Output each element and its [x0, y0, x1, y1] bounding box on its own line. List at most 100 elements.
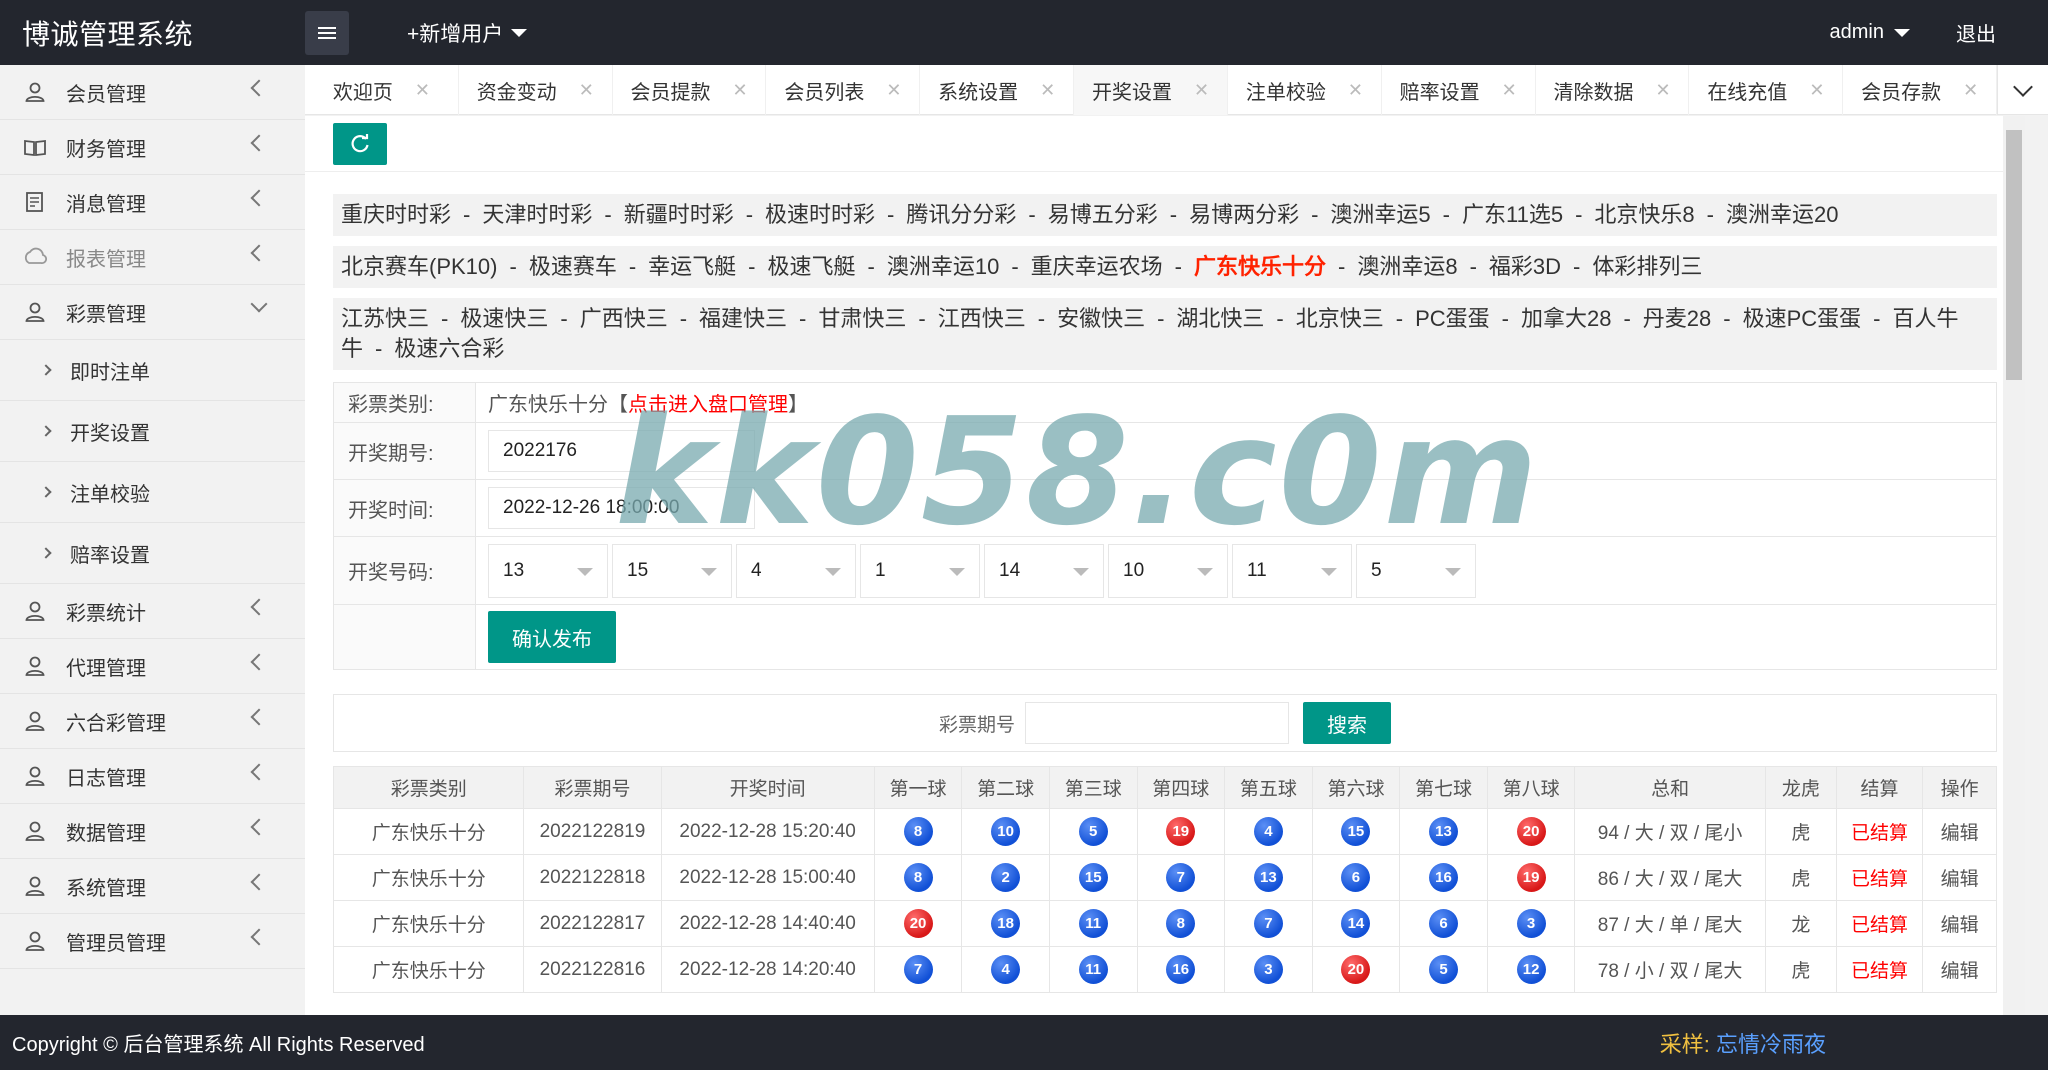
close-icon[interactable]: ✕ — [1502, 80, 1517, 101]
close-icon[interactable]: ✕ — [1194, 80, 1209, 101]
lottery-link[interactable]: 重庆幸运农场 — [1031, 254, 1163, 279]
sidebar-item[interactable]: 财务管理 — [0, 120, 305, 175]
period-search-input[interactable] — [1025, 702, 1289, 744]
tab[interactable]: 资金变动 ✕ — [459, 65, 613, 115]
close-icon[interactable]: ✕ — [1655, 80, 1670, 101]
close-icon[interactable]: ✕ — [1348, 80, 1363, 101]
lottery-link[interactable]: 澳洲幸运10 — [887, 254, 999, 279]
lottery-link[interactable]: 体彩排列三 — [1592, 254, 1702, 279]
lottery-link[interactable]: 福彩3D — [1489, 254, 1561, 279]
lottery-link[interactable]: 极速快三 — [460, 306, 548, 331]
logout-link[interactable]: 退出 — [1956, 18, 1996, 47]
lottery-link[interactable]: 重庆时时彩 — [341, 202, 451, 227]
lottery-link[interactable]: 广西快三 — [580, 306, 668, 331]
sidebar-item[interactable]: 日志管理 — [0, 749, 305, 804]
user-menu[interactable]: admin — [1830, 21, 1910, 44]
add-user-menu[interactable]: +新增用户 — [407, 18, 528, 48]
tab[interactable]: 系统设置 ✕ — [920, 65, 1075, 115]
confirm-publish-button[interactable]: 确认发布 — [488, 611, 616, 663]
lottery-link[interactable]: 江西快三 — [938, 306, 1026, 331]
edit-link[interactable]: 编辑 — [1922, 946, 1997, 993]
sidebar-item[interactable]: 数据管理 — [0, 804, 305, 859]
lottery-link[interactable]: 广东11选5 — [1462, 202, 1563, 227]
sidebar-item[interactable]: 六合彩管理 — [0, 694, 305, 749]
tab-overflow-button[interactable] — [1997, 65, 2048, 114]
lottery-link[interactable]: 澳洲幸运8 — [1357, 254, 1457, 279]
lottery-link[interactable]: 极速赛车 — [529, 254, 617, 279]
close-icon[interactable]: ✕ — [733, 80, 748, 101]
number-select[interactable]: 5 — [1356, 543, 1476, 598]
market-manage-link[interactable]: 点击进入盘口管理 — [628, 388, 788, 417]
period-input[interactable]: 2022176 — [488, 430, 755, 472]
tab[interactable]: 注单校验 ✕ — [1228, 65, 1382, 115]
draw-time-input[interactable]: 2022-12-26 18:00:00 — [488, 487, 755, 529]
lottery-link[interactable]: 易博五分彩 — [1048, 202, 1158, 227]
number-select[interactable]: 4 — [736, 543, 856, 598]
lottery-link[interactable]: 腾讯分分彩 — [906, 202, 1016, 227]
lottery-link[interactable]: 甘肃快三 — [818, 306, 906, 331]
number-select[interactable]: 13 — [488, 543, 608, 598]
lottery-link[interactable]: 极速PC蛋蛋 — [1743, 306, 1862, 331]
sidebar-item[interactable]: 会员管理 — [0, 65, 305, 120]
sidebar-subitem[interactable]: 赔率设置 — [0, 523, 305, 584]
edit-link[interactable]: 编辑 — [1922, 900, 1997, 947]
lottery-link[interactable]: 加拿大28 — [1521, 306, 1611, 331]
lottery-link[interactable]: 极速飞艇 — [768, 254, 856, 279]
sidebar-item[interactable]: 彩票管理 — [0, 285, 305, 340]
tab[interactable]: 在线充值 ✕ — [1689, 65, 1844, 115]
sidebar-item[interactable]: 管理员管理 — [0, 914, 305, 969]
number-select[interactable]: 10 — [1108, 543, 1228, 598]
lottery-link[interactable]: 广东快乐十分 — [1194, 254, 1326, 279]
close-icon[interactable]: ✕ — [415, 80, 430, 101]
number-select[interactable]: 15 — [612, 543, 732, 598]
sidebar-item[interactable]: 代理管理 — [0, 639, 305, 694]
lottery-link[interactable]: 澳洲幸运20 — [1726, 202, 1838, 227]
close-icon[interactable]: ✕ — [579, 80, 594, 101]
tab[interactable]: 清除数据 ✕ — [1536, 65, 1690, 115]
close-icon[interactable]: ✕ — [1809, 80, 1824, 101]
sidebar-subitem[interactable]: 注单校验 — [0, 462, 305, 523]
sidebar-item[interactable]: 消息管理 — [0, 175, 305, 230]
lottery-link[interactable]: 北京快三 — [1296, 306, 1384, 331]
lottery-link[interactable]: 丹麦28 — [1643, 306, 1711, 331]
sidebar-item[interactable]: 系统管理 — [0, 859, 305, 914]
scrollbar-thumb[interactable] — [2006, 130, 2022, 380]
lottery-link[interactable]: 澳洲幸运5 — [1330, 202, 1430, 227]
edit-link[interactable]: 编辑 — [1922, 854, 1997, 901]
lottery-link[interactable]: 幸运飞艇 — [648, 254, 736, 279]
lottery-link[interactable]: 福建快三 — [699, 306, 787, 331]
refresh-button[interactable] — [333, 122, 387, 165]
tab[interactable]: 赔率设置 ✕ — [1382, 65, 1536, 115]
menu-toggle-button[interactable] — [305, 10, 349, 55]
search-button[interactable]: 搜索 — [1303, 702, 1391, 744]
column-header: 结算 — [1835, 766, 1924, 809]
lottery-link[interactable]: 北京快乐8 — [1594, 202, 1694, 227]
lottery-link[interactable]: 江苏快三 — [341, 306, 429, 331]
lottery-link[interactable]: 极速六合彩 — [394, 336, 504, 361]
tab[interactable]: 会员列表 ✕ — [766, 65, 921, 115]
tab[interactable]: 会员提款 ✕ — [613, 65, 767, 115]
number-select[interactable]: 1 — [860, 543, 980, 598]
tab[interactable]: 欢迎页 ✕ — [305, 65, 459, 115]
sidebar-item[interactable]: 彩票统计 — [0, 584, 305, 639]
tab[interactable]: 开奖设置 ✕ — [1074, 65, 1228, 115]
tab[interactable]: 会员存款 ✕ — [1843, 65, 1998, 115]
sidebar-subitem[interactable]: 即时注单 — [0, 340, 305, 401]
lottery-link[interactable]: 安徽快三 — [1057, 306, 1145, 331]
edit-link[interactable]: 编辑 — [1922, 808, 1997, 855]
lottery-link[interactable]: 易博两分彩 — [1189, 202, 1299, 227]
lottery-link[interactable]: PC蛋蛋 — [1415, 306, 1490, 331]
close-icon[interactable]: ✕ — [1040, 80, 1055, 101]
number-select[interactable]: 11 — [1232, 543, 1352, 598]
lottery-link[interactable]: 新疆时时彩 — [624, 202, 734, 227]
close-icon[interactable]: ✕ — [1963, 80, 1978, 101]
number-select[interactable]: 14 — [984, 543, 1104, 598]
sidebar-item[interactable]: 报表管理 — [0, 230, 305, 285]
lottery-link[interactable]: 极速时时彩 — [765, 202, 875, 227]
lottery-link[interactable]: 湖北快三 — [1176, 306, 1264, 331]
close-icon[interactable]: ✕ — [886, 80, 901, 101]
lottery-link[interactable]: 天津时时彩 — [482, 202, 592, 227]
sidebar-subitem[interactable]: 开奖设置 — [0, 401, 305, 462]
lottery-link[interactable]: 北京赛车(PK10) — [341, 254, 497, 279]
scrollbar[interactable] — [2003, 116, 2025, 1015]
